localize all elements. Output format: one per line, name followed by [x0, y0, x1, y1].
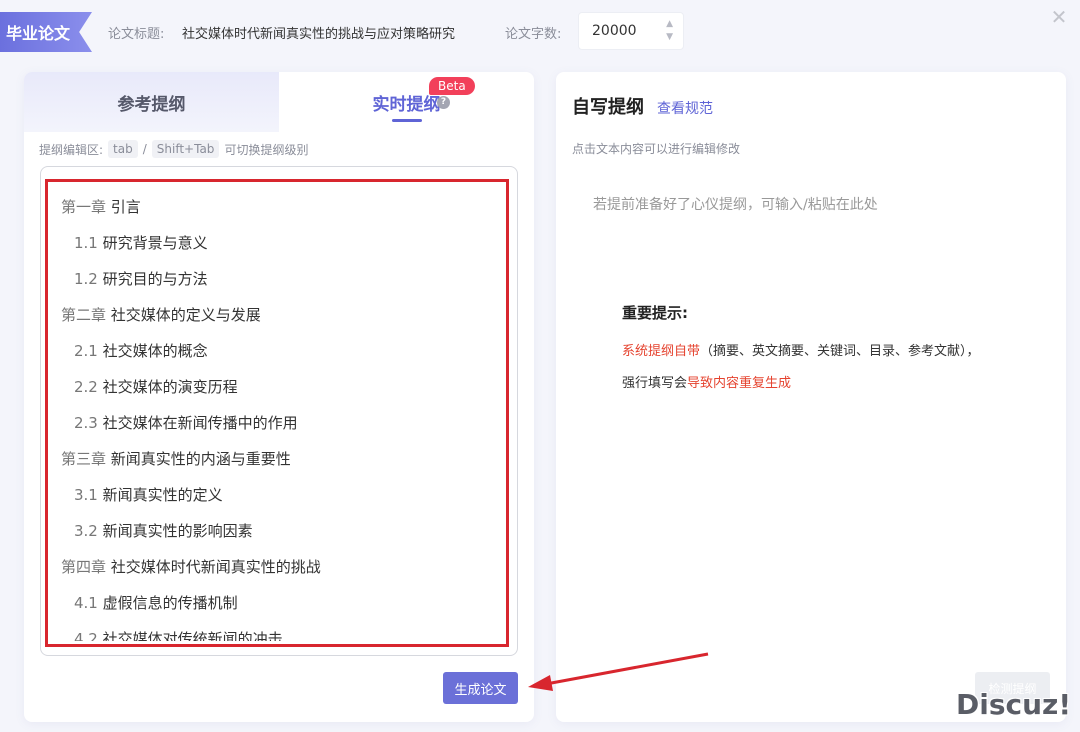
wordcount-label: 论文字数: — [505, 27, 562, 42]
left-panel: 参考提纲 实时提纲 ? Beta 提纲编辑区: tab / Shift+Tab … — [24, 72, 534, 722]
outline-item-number: 第三章 — [61, 450, 107, 468]
outline-item-text: 虚假信息的传播机制 — [102, 594, 238, 612]
hint-prefix: 提纲编辑区: — [39, 142, 104, 157]
custom-outline-input[interactable]: 若提前准备好了心仪提纲，可输入/粘贴在此处 — [593, 194, 878, 214]
outline-item-number: 4.2 — [74, 630, 98, 641]
outline-item-number: 2.3 — [74, 414, 98, 432]
title-value[interactable]: 社交媒体时代新闻真实性的挑战与应对策略研究 — [182, 23, 455, 42]
tab-reference-outline[interactable]: 参考提纲 — [24, 72, 279, 132]
discuz-watermark: Discuz! — [956, 688, 1072, 721]
outline-item[interactable]: 第二章 社交媒体的定义与发展 — [61, 297, 491, 333]
outline-item[interactable]: 1.1 研究背景与意义 — [61, 225, 491, 261]
stepper-up-icon[interactable]: ▲ — [666, 18, 673, 31]
outline-item[interactable]: 3.2 新闻真实性的影响因素 — [61, 513, 491, 549]
title-label: 论文标题: — [108, 27, 165, 42]
notice-prefix-2: 强行填写会 — [622, 376, 688, 391]
outline-item-text: 研究目的与方法 — [102, 270, 208, 288]
right-panel: 自写提纲 查看规范 点击文本内容可以进行编辑修改 若提前准备好了心仪提纲，可输入… — [556, 72, 1066, 722]
outline-item[interactable]: 4.1 虚假信息的传播机制 — [61, 585, 491, 621]
close-icon[interactable]: ✕ — [1048, 6, 1070, 28]
outline-item-number: 1.1 — [74, 234, 98, 252]
top-bar: 毕业论文 论文标题: 社交媒体时代新闻真实性的挑战与应对策略研究 论文字数: 2… — [0, 0, 1080, 64]
stepper-down-icon[interactable]: ▼ — [666, 31, 673, 44]
outline-item-text: 新闻真实性的内涵与重要性 — [110, 450, 291, 468]
outline-item-number: 1.2 — [74, 270, 98, 288]
outline-item[interactable]: 2.2 社交媒体的演变历程 — [61, 369, 491, 405]
outline-item-text: 新闻真实性的定义 — [102, 486, 223, 504]
outline-item[interactable]: 2.3 社交媒体在新闻传播中的作用 — [61, 405, 491, 441]
outline-item-number: 3.2 — [74, 522, 98, 540]
notice-red-2: 导致内容重复生成 — [687, 376, 792, 391]
custom-outline-subtitle: 点击文本内容可以进行编辑修改 — [572, 142, 741, 156]
hint-slash: / — [142, 142, 147, 156]
outline-item-text: 新闻真实性的影响因素 — [102, 522, 253, 540]
wordcount-value: 20000 — [592, 23, 637, 39]
outline-item-text: 社交媒体的概念 — [102, 342, 208, 360]
outline-item[interactable]: 2.1 社交媒体的概念 — [61, 333, 491, 369]
help-icon[interactable]: ? — [437, 96, 450, 109]
outline-item-text: 引言 — [110, 198, 141, 216]
outline-item-text: 研究背景与意义 — [102, 234, 208, 252]
generate-thesis-button[interactable]: 生成论文 — [443, 672, 518, 704]
outline-item-number: 第一章 — [61, 198, 107, 216]
outline-item-number: 第四章 — [61, 558, 107, 576]
outline-item[interactable]: 第一章 引言 — [61, 189, 491, 225]
outline-item-number: 第二章 — [61, 306, 107, 324]
key-shift-tab: Shift+Tab — [151, 140, 220, 158]
outline-item-number: 3.1 — [74, 486, 98, 504]
notice-red-1: 系统提纲自带 — [622, 344, 701, 359]
outline-edit-hint: 提纲编辑区: tab / Shift+Tab 可切换提纲级别 — [39, 140, 308, 158]
tab-realtime-outline[interactable]: 实时提纲 — [279, 72, 534, 132]
outline-item[interactable]: 第三章 新闻真实性的内涵与重要性 — [61, 441, 491, 477]
view-guidelines-link[interactable]: 查看规范 — [657, 98, 713, 118]
custom-outline-title: 自写提纲 — [572, 97, 644, 118]
outline-item[interactable]: 3.1 新闻真实性的定义 — [61, 477, 491, 513]
notice-rest-1: （摘要、英文摘要、关键词、目录、参考文献）， — [700, 344, 980, 359]
notice-title: 重要提示: — [622, 304, 688, 322]
outline-item-text: 社交媒体在新闻传播中的作用 — [102, 414, 298, 432]
wordcount-input[interactable]: 20000 ▲ ▼ — [578, 12, 684, 50]
active-tab-indicator — [392, 119, 422, 122]
thesis-type-badge[interactable]: 毕业论文 — [0, 12, 92, 52]
outline-item[interactable]: 第四章 社交媒体时代新闻真实性的挑战 — [61, 549, 491, 585]
outline-item-text: 社交媒体对传统新闻的冲击 — [102, 630, 283, 641]
outline-editor[interactable]: 第一章 引言 1.1 研究背景与意义 1.2 研究目的与方法 第二章 社交媒体的定义与… — [40, 166, 518, 656]
outline-item-number: 2.1 — [74, 342, 98, 360]
beta-badge: Beta — [429, 77, 475, 95]
hint-suffix: 可切换提纲级别 — [224, 142, 309, 157]
outline-item[interactable]: 4.2 社交媒体对传统新闻的冲击 — [61, 621, 491, 641]
wordcount-stepper[interactable]: ▲ ▼ — [666, 18, 673, 44]
outline-item-number: 4.1 — [74, 594, 98, 612]
outline-item-text: 社交媒体时代新闻真实性的挑战 — [110, 558, 321, 576]
outline-list[interactable]: 第一章 引言 1.1 研究背景与意义 1.2 研究目的与方法 第二章 社交媒体的定义与… — [61, 189, 491, 641]
red-arrow-annotation — [528, 652, 709, 691]
outline-item-number: 2.2 — [74, 378, 98, 396]
outline-item-text: 社交媒体的定义与发展 — [110, 306, 261, 324]
notice-line-2: 强行填写会导致内容重复生成 — [622, 372, 791, 391]
outline-item-text: 社交媒体的演变历程 — [102, 378, 238, 396]
key-tab: tab — [108, 140, 138, 158]
notice-line-1: 系统提纲自带（摘要、英文摘要、关键词、目录、参考文献）， — [622, 340, 980, 359]
outline-item[interactable]: 1.2 研究目的与方法 — [61, 261, 491, 297]
